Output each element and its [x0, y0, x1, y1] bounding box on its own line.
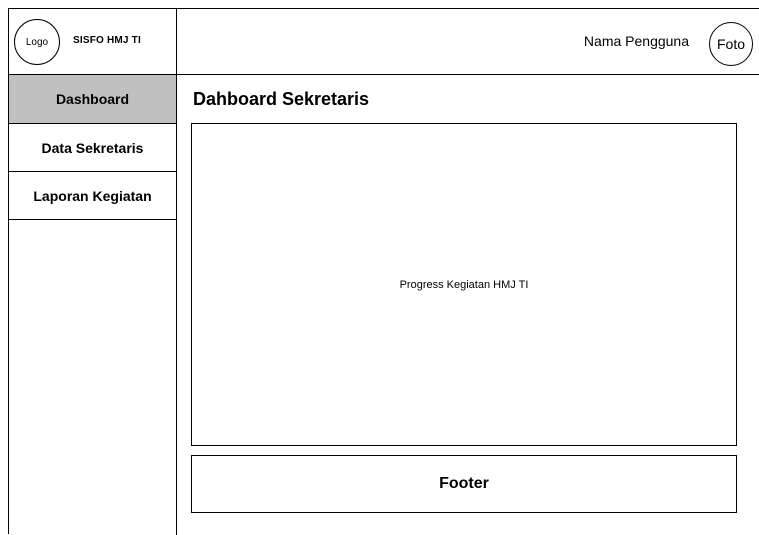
- logo[interactable]: Logo: [14, 19, 60, 65]
- sidebar-item-laporan-kegiatan[interactable]: Laporan Kegiatan: [9, 172, 176, 220]
- progress-panel: Progress Kegiatan HMJ TI: [191, 123, 737, 446]
- footer-label: Footer: [439, 475, 489, 492]
- header: Logo SISFO HMJ TI Nama Pengguna Foto: [9, 9, 759, 75]
- sidebar-item-label: Data Sekretaris: [41, 139, 144, 156]
- user-name[interactable]: Nama Pengguna: [584, 33, 689, 49]
- avatar-label: Foto: [716, 36, 745, 52]
- page-title: Dahboard Sekretaris: [193, 89, 370, 109]
- sidebar-item-label: Laporan Kegiatan: [33, 187, 152, 204]
- app-name: SISFO HMJ TI: [73, 35, 141, 46]
- progress-placeholder: Progress Kegiatan HMJ TI: [399, 278, 529, 291]
- sidebar-item-data-sekretaris[interactable]: Data Sekretaris: [9, 124, 176, 172]
- sidebar-item-dashboard[interactable]: Dashboard: [9, 75, 176, 124]
- brand: Logo SISFO HMJ TI: [9, 9, 177, 74]
- footer: Footer: [191, 455, 737, 513]
- logo-label: Logo: [25, 36, 49, 48]
- sidebar: Dashboard Data Sekretaris Laporan Kegiat…: [9, 75, 177, 535]
- avatar[interactable]: Foto: [709, 22, 753, 66]
- sidebar-item-label: Dashboard: [55, 91, 130, 107]
